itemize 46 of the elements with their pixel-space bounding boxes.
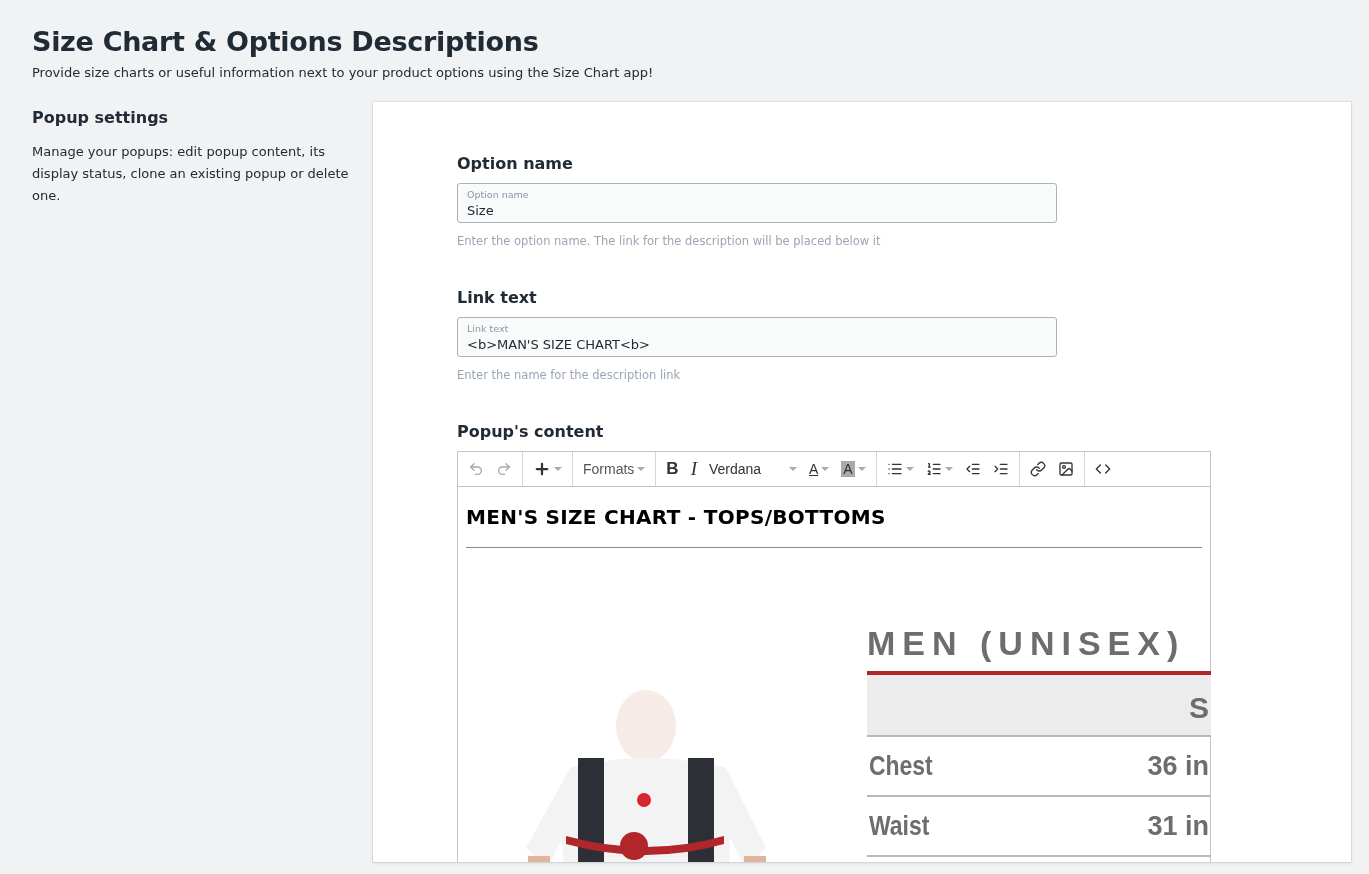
code-icon [1094, 461, 1111, 477]
outdent-icon [964, 461, 981, 477]
caret-icon [637, 467, 646, 471]
caret-icon [905, 467, 914, 471]
page-title: Size Chart & Options Descriptions [32, 26, 540, 57]
caret-icon [944, 467, 953, 471]
size-label: S [1189, 691, 1209, 725]
redo-icon [496, 461, 512, 477]
field-input[interactable]: <b>MAN'S SIZE CHART<b> [467, 337, 1047, 352]
bullets-icon [886, 461, 903, 477]
help-text: Enter the option name. The link for the description will be placed below it [457, 234, 882, 248]
field-label: Option name [467, 189, 530, 200]
help-text: Enter the name for the description link [457, 368, 682, 382]
measure-label: Chest [869, 750, 933, 782]
measure-label: Waist [869, 810, 930, 842]
field-heading: Popup's content [457, 422, 605, 441]
rich-text-editor[interactable]: Formats B I Verdana A A MEN'S SIZE CHART - TOPS/BOTTOMS MEN (UNISEX) S Chest 36 in Waist 31 in [457, 451, 1211, 862]
bold-button[interactable]: B [660, 455, 685, 483]
chart-heading: MEN'S SIZE CHART - TOPS/BOTTOMS [466, 505, 887, 529]
caret-icon [821, 467, 830, 471]
undo-icon [468, 461, 484, 477]
caret-icon [554, 467, 562, 471]
image-icon [1057, 461, 1074, 477]
italic-button[interactable]: I [684, 455, 703, 483]
section-title: Popup settings [32, 108, 170, 127]
field-input[interactable]: Size [467, 203, 1047, 218]
measure-value: 31 in [1147, 810, 1209, 842]
numbers-icon [925, 461, 942, 477]
formats-button[interactable]: Formats [577, 455, 652, 483]
plus-icon [533, 460, 551, 478]
chart-title: MEN (UNISEX) [867, 624, 1187, 663]
field-label: Link text [467, 323, 510, 334]
caret-icon [857, 467, 866, 471]
text-field[interactable]: Link text <b>MAN'S SIZE CHART<b> [457, 317, 1057, 357]
text-color-button[interactable]: A [802, 455, 836, 483]
highlight-button[interactable]: A [835, 455, 872, 483]
caret-icon [788, 467, 797, 471]
indent-icon [992, 461, 1009, 477]
measure-value: 36 in [1147, 750, 1209, 782]
field-heading: Option name [457, 154, 574, 173]
font-button[interactable]: Verdana [702, 455, 803, 483]
text-field[interactable]: Option name Size [457, 183, 1057, 223]
section-description: Manage your popups: edit popup content, its display status, clone an existing popup or delete one. [32, 143, 349, 205]
field-heading: Link text [457, 288, 538, 307]
link-icon [1029, 461, 1046, 477]
page-subtitle: Provide size charts or useful information next to your product options using the Size Chart app! [32, 65, 655, 80]
